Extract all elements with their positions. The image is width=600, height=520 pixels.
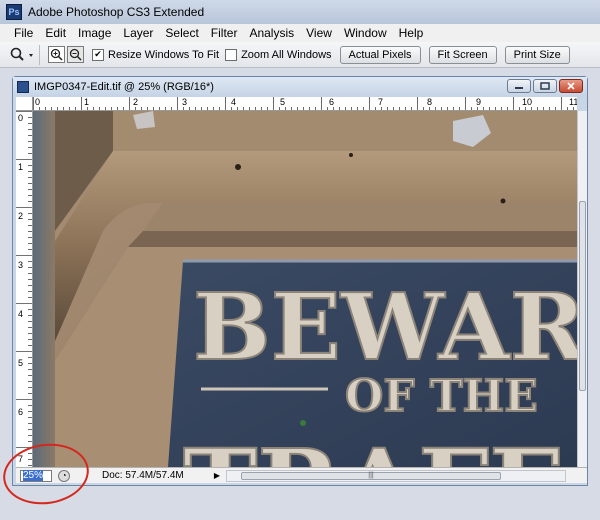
status-arrow-icon[interactable]: ▶ [212,470,222,482]
menu-help[interactable]: Help [393,26,430,40]
options-bar: ✔ Resize Windows To Fit Zoom All Windows… [0,42,600,68]
hruler-0: 0 [35,97,41,107]
maximize-button[interactable] [533,79,557,93]
document-titlebar[interactable]: IMGP0347-Edit.tif @ 25% (RGB/16*) [13,77,587,97]
vruler-3: 3 [18,260,24,270]
menu-analysis[interactable]: Analysis [243,26,300,40]
document-canvas[interactable]: BEWAR OF THE TRAFF [33,111,577,467]
zoom-out-icon[interactable] [67,46,84,63]
zoom-all-label: Zoom All Windows [241,48,332,61]
menu-layer[interactable]: Layer [117,26,159,40]
menu-file[interactable]: File [8,26,39,40]
hruler-4: 4 [231,97,237,107]
minimize-icon [515,87,523,89]
photoshop-app: Ps Adobe Photoshop CS3 Extended File Edi… [0,0,600,520]
menu-select[interactable]: Select [159,26,204,40]
vertical-ruler[interactable]: 0 1 2 3 4 5 6 7 [16,111,33,467]
vruler-4: 4 [18,309,24,319]
app-titlebar: Ps Adobe Photoshop CS3 Extended [0,0,600,24]
menu-edit[interactable]: Edit [39,26,72,40]
zoom-in-icon[interactable] [48,46,65,63]
status-bar: 25% ◔ Doc: 57.4M/57.4M ▶ ||| [16,467,587,483]
hruler-7: 7 [378,97,384,107]
menu-image[interactable]: Image [72,26,117,40]
photo-image: BEWAR OF THE TRAFF [33,111,577,467]
hruler-1: 1 [84,97,90,107]
vertical-scrollbar[interactable] [577,111,587,467]
print-size-button[interactable]: Print Size [504,45,570,64]
horizontal-ruler[interactable]: 0 1 2 3 4 5 6 7 8 9 10 11 [33,97,577,111]
vruler-0: 0 [18,113,24,123]
horizontal-scrollbar[interactable]: ||| [226,469,566,482]
app-title: Adobe Photoshop CS3 Extended [28,5,205,19]
zoom-tool-preset-picker[interactable] [6,44,40,65]
hruler-9: 9 [476,97,482,107]
menu-view[interactable]: View [300,26,338,40]
resize-windows-label: Resize Windows To Fit [108,48,220,61]
window-controls [507,79,583,93]
vruler-6: 6 [18,407,24,417]
photoshop-logo-icon: Ps [6,4,22,20]
vruler-2: 2 [18,211,24,221]
ruler-origin[interactable] [16,97,33,111]
close-button[interactable] [559,79,583,93]
minimize-button[interactable] [507,79,531,93]
hruler-10: 10 [522,97,533,107]
menu-filter[interactable]: Filter [205,26,244,40]
hruler-11: 11 [569,97,577,107]
document-icon [17,81,29,93]
hruler-6: 6 [329,97,335,107]
menu-bar: File Edit Image Layer Select Filter Anal… [0,24,600,42]
vruler-5: 5 [18,358,24,368]
hruler-8: 8 [427,97,433,107]
close-icon [567,82,575,90]
horizontal-scroll-thumb[interactable]: ||| [241,471,501,480]
magnifier-icon [10,47,33,61]
empty-checkbox-icon [225,48,238,61]
checkmark-icon: ✔ [92,48,104,61]
actual-pixels-button[interactable]: Actual Pixels [339,45,421,64]
document-window: IMGP0347-Edit.tif @ 25% (RGB/16*) 0 1 2 [12,76,588,486]
zoom-all-windows-checkbox[interactable]: Zoom All Windows [225,48,332,61]
horizontal-ruler-ticks [33,97,574,110]
hruler-5: 5 [280,97,286,107]
vruler-1: 1 [18,162,24,172]
photo-text-line3: TRAFF [183,427,560,467]
photo-text-line1: BEWAR [193,273,577,381]
resize-windows-to-fit-checkbox[interactable]: ✔ Resize Windows To Fit [92,48,220,61]
vertical-scroll-thumb[interactable] [579,201,586,391]
photo-text-line2: OF THE [345,371,538,422]
document-size-info: Doc: 57.4M/57.4M [102,470,184,481]
document-title: IMGP0347-Edit.tif @ 25% (RGB/16*) [34,81,214,93]
hruler-2: 2 [133,97,139,107]
hruler-3: 3 [182,97,188,107]
menu-window[interactable]: Window [338,26,393,40]
maximize-icon [540,82,550,90]
fit-screen-button[interactable]: Fit Screen [428,45,497,64]
